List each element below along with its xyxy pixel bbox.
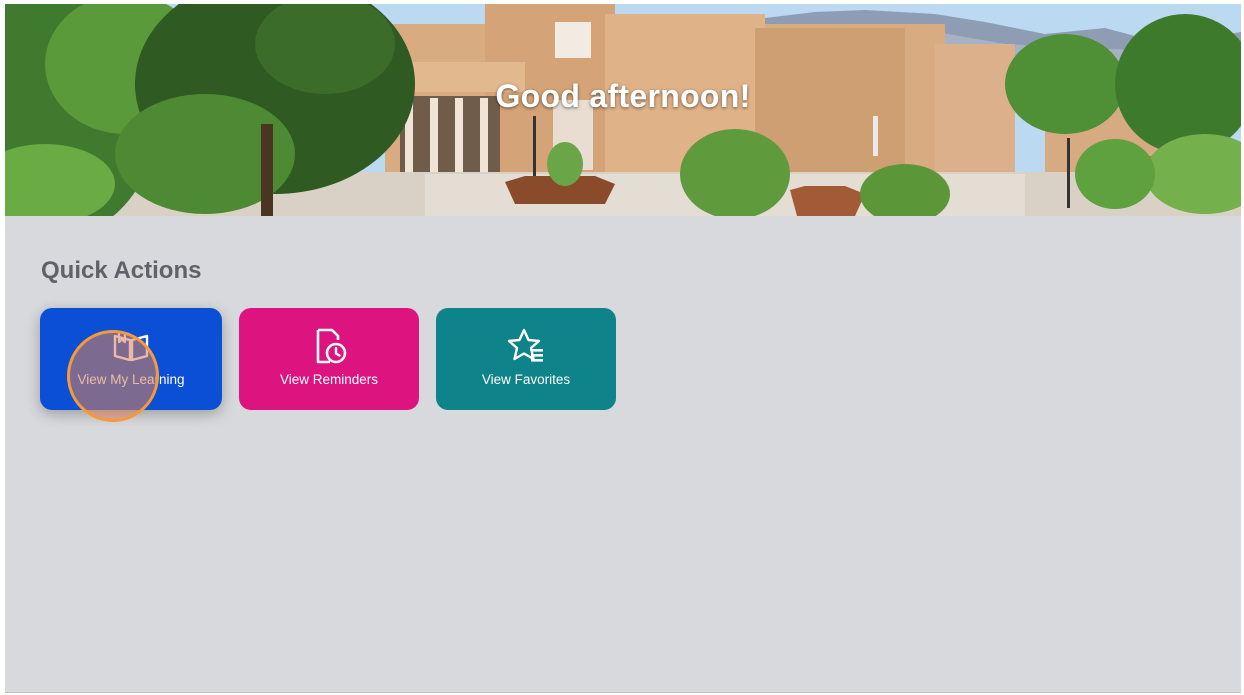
view-favorites-button[interactable]: View Favorites — [436, 308, 616, 410]
tile-label: View Reminders — [279, 372, 379, 387]
hero-banner: Good afternoon! — [5, 4, 1241, 216]
view-reminders-button[interactable]: View Reminders — [239, 308, 419, 410]
greeting-heading: Good afternoon! — [495, 78, 751, 114]
app-frame: Good afternoon! Quick Actions View My Le… — [5, 4, 1241, 692]
quick-actions-title: Quick Actions — [41, 257, 202, 284]
tile-label: View My Learning — [77, 372, 185, 387]
star-list-icon — [507, 328, 543, 362]
quick-actions-list: View My Learning View Reminders View Fav… — [40, 308, 616, 410]
tile-label: View Favorites — [481, 372, 571, 387]
view-my-learning-button[interactable]: View My Learning — [40, 308, 222, 410]
open-book-icon — [113, 332, 149, 362]
document-clock-icon — [316, 328, 347, 364]
divider — [5, 692, 1241, 693]
